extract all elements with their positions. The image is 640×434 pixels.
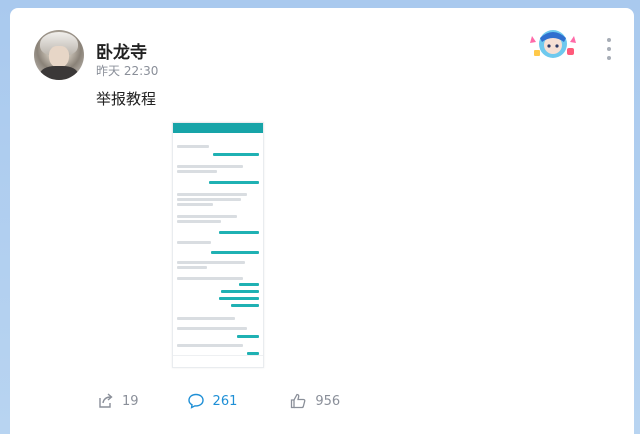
image-line <box>177 203 213 206</box>
image-line <box>177 277 243 280</box>
image-line <box>213 153 259 156</box>
share-icon <box>99 393 113 408</box>
comment-button[interactable]: 261 <box>187 392 238 410</box>
image-line <box>177 145 209 148</box>
image-line <box>177 170 217 173</box>
share-count: 19 <box>122 393 139 409</box>
more-dot <box>607 38 611 42</box>
image-line <box>177 327 247 330</box>
image-line <box>239 283 259 286</box>
image-line <box>177 266 207 269</box>
comment-count: 261 <box>212 393 238 409</box>
image-line <box>209 181 259 184</box>
post-text: 举报教程 <box>96 90 157 108</box>
image-line <box>177 241 211 244</box>
image-line <box>211 251 259 254</box>
image-line <box>237 335 259 338</box>
image-line <box>219 231 259 234</box>
post-card: 卧龙寺 昨天 22:30 举报教程 19 261 956 <box>10 8 634 434</box>
avatar-body <box>40 66 78 80</box>
like-button[interactable]: 956 <box>289 392 340 410</box>
share-button[interactable]: 19 <box>96 392 139 410</box>
image-line <box>177 215 237 218</box>
username[interactable]: 卧龙寺 <box>96 38 147 63</box>
image-footer <box>173 355 263 367</box>
image-line <box>177 198 241 201</box>
post-image[interactable] <box>172 122 264 368</box>
comment-icon <box>187 393 204 409</box>
avatar-face <box>49 46 69 68</box>
avatar[interactable] <box>34 30 84 80</box>
more-icon[interactable] <box>602 38 616 60</box>
image-line <box>177 344 243 347</box>
image-line <box>177 317 235 320</box>
image-line <box>177 220 221 223</box>
image-line <box>219 297 259 300</box>
image-line <box>221 290 259 293</box>
image-header-bar <box>173 123 263 133</box>
more-dot <box>607 56 611 60</box>
image-line <box>231 304 259 307</box>
like-count: 956 <box>315 393 341 409</box>
image-line <box>177 261 245 264</box>
decoration-badge-icon[interactable] <box>526 28 580 60</box>
like-icon <box>291 393 306 409</box>
post-time: 昨天 22:30 <box>96 64 159 78</box>
post-actions: 19 261 956 <box>96 392 340 410</box>
image-line <box>177 165 243 168</box>
more-dot <box>607 47 611 51</box>
image-line <box>177 193 247 196</box>
